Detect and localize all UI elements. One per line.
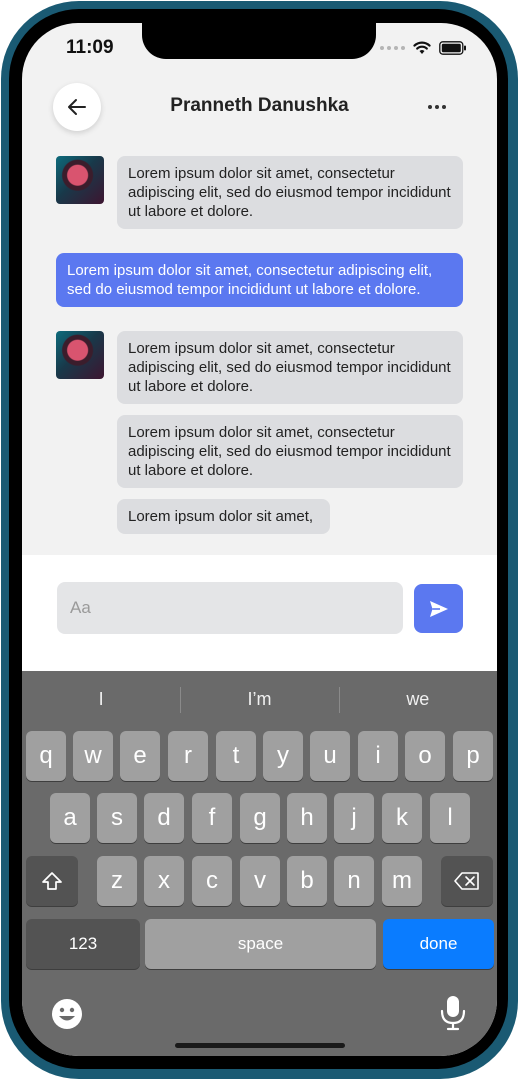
suggestion-bar: I I’m we: [22, 681, 497, 717]
backspace-icon: [454, 872, 479, 890]
shift-key[interactable]: [26, 856, 78, 906]
notch: [142, 23, 376, 59]
key[interactable]: c: [192, 856, 232, 906]
key[interactable]: h: [287, 793, 327, 843]
key[interactable]: a: [50, 793, 90, 843]
key[interactable]: g: [240, 793, 280, 843]
key[interactable]: e: [120, 731, 160, 781]
key[interactable]: l: [430, 793, 470, 843]
more-dots-icon: [428, 105, 432, 109]
microphone-icon: [440, 996, 466, 1031]
emoji-icon: [52, 999, 82, 1029]
key[interactable]: n: [334, 856, 374, 906]
microphone-key[interactable]: [439, 995, 467, 1031]
key[interactable]: w: [73, 731, 113, 781]
emoji-key[interactable]: [50, 997, 84, 1031]
avatar[interactable]: [56, 331, 104, 379]
key[interactable]: q: [26, 731, 66, 781]
wifi-icon: [413, 41, 431, 55]
key[interactable]: x: [144, 856, 184, 906]
signal-icon: [380, 46, 405, 50]
key[interactable]: s: [97, 793, 137, 843]
more-options-button[interactable]: [423, 97, 451, 117]
key[interactable]: t: [216, 731, 256, 781]
suggestion-item[interactable]: I’m: [180, 681, 338, 717]
key[interactable]: y: [263, 731, 303, 781]
message-bubble-received: Lorem ipsum dolor sit amet, consectetur …: [117, 156, 463, 229]
space-key[interactable]: space: [145, 919, 376, 969]
key[interactable]: o: [405, 731, 445, 781]
key[interactable]: p: [453, 731, 493, 781]
status-icons: [380, 41, 467, 55]
home-indicator[interactable]: [175, 1043, 345, 1048]
message-composer: [22, 555, 497, 671]
done-key[interactable]: done: [383, 919, 494, 969]
key[interactable]: j: [334, 793, 374, 843]
key[interactable]: u: [310, 731, 350, 781]
send-icon: [429, 600, 448, 617]
avatar[interactable]: [56, 156, 104, 204]
backspace-key[interactable]: [441, 856, 493, 906]
key[interactable]: k: [382, 793, 422, 843]
key[interactable]: v: [240, 856, 280, 906]
key[interactable]: f: [192, 793, 232, 843]
message-bubble-sent: Lorem ipsum dolor sit amet, consectetur …: [56, 253, 463, 307]
message-input[interactable]: [57, 582, 403, 634]
suggestion-item[interactable]: we: [338, 681, 497, 717]
keyboard: I I’m we q w e r t y u i o p a s d f g h…: [22, 671, 497, 1056]
status-time: 11:09: [66, 37, 114, 58]
numbers-key[interactable]: 123: [26, 919, 140, 969]
suggestion-item[interactable]: I: [22, 681, 180, 717]
shift-icon: [42, 872, 62, 890]
message-bubble-received: Lorem ipsum dolor sit amet,: [117, 499, 330, 534]
key[interactable]: z: [97, 856, 137, 906]
send-button[interactable]: [414, 584, 463, 633]
message-bubble-received: Lorem ipsum dolor sit amet, consectetur …: [117, 331, 463, 404]
key[interactable]: d: [144, 793, 184, 843]
key[interactable]: i: [358, 731, 398, 781]
screen: 11:09 Pranneth Danushka Lorem ipsum dolo…: [22, 23, 497, 1056]
key[interactable]: b: [287, 856, 327, 906]
key[interactable]: m: [382, 856, 422, 906]
key[interactable]: r: [168, 731, 208, 781]
battery-icon: [439, 41, 467, 55]
message-bubble-received: Lorem ipsum dolor sit amet, consectetur …: [117, 415, 463, 488]
